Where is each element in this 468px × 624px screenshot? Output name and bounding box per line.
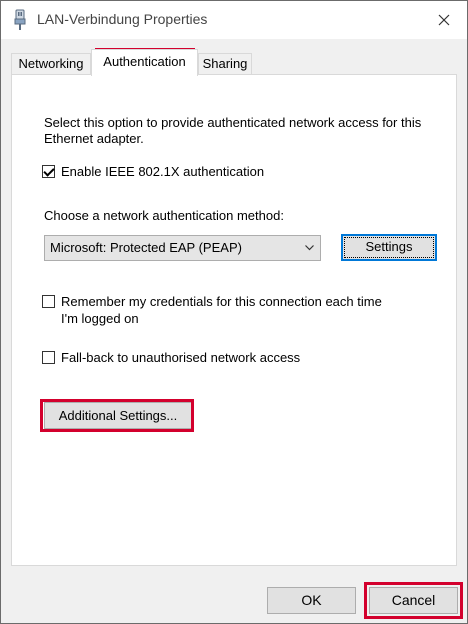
remember-credentials-row[interactable]: Remember my credentials for this connect… [42,293,402,327]
fallback-row[interactable]: Fall-back to unauthorised network access [42,349,300,366]
properties-dialog: LAN-Verbindung Properties Networking Aut… [0,0,468,624]
fallback-label: Fall-back to unauthorised network access [61,350,301,365]
fallback-checkbox[interactable] [42,351,55,364]
chevron-down-icon [305,245,314,251]
enable-8021x-row[interactable]: Enable IEEE 802.1X authentication [42,163,264,180]
window-title: LAN-Verbindung Properties [37,11,208,27]
enable-8021x-checkbox[interactable] [42,165,55,178]
additional-settings-button[interactable]: Additional Settings... [44,402,192,429]
settings-button[interactable]: Settings [341,234,437,261]
network-adapter-icon [14,9,26,30]
cancel-button[interactable]: Cancel [369,587,458,614]
method-label: Choose a network authentication method: [44,208,284,223]
enable-8021x-label: Enable IEEE 802.1X authentication [61,164,265,179]
remember-credentials-checkbox[interactable] [42,295,55,308]
auth-description: Select this option to provide authentica… [44,115,422,146]
close-icon[interactable] [433,9,455,31]
title-bar: LAN-Verbindung Properties [1,1,467,39]
tab-sharing[interactable]: Sharing [198,53,252,75]
auth-method-value: Microsoft: Protected EAP (PEAP) [50,240,242,255]
tab-networking[interactable]: Networking [11,53,91,75]
tab-authentication[interactable]: Authentication [91,49,198,76]
ok-button[interactable]: OK [267,587,356,614]
remember-credentials-label: Remember my credentials for this connect… [61,294,382,326]
auth-method-select[interactable]: Microsoft: Protected EAP (PEAP) [44,235,321,261]
authentication-panel: Select this option to provide authentica… [11,74,457,566]
settings-label: Settings [365,239,413,254]
